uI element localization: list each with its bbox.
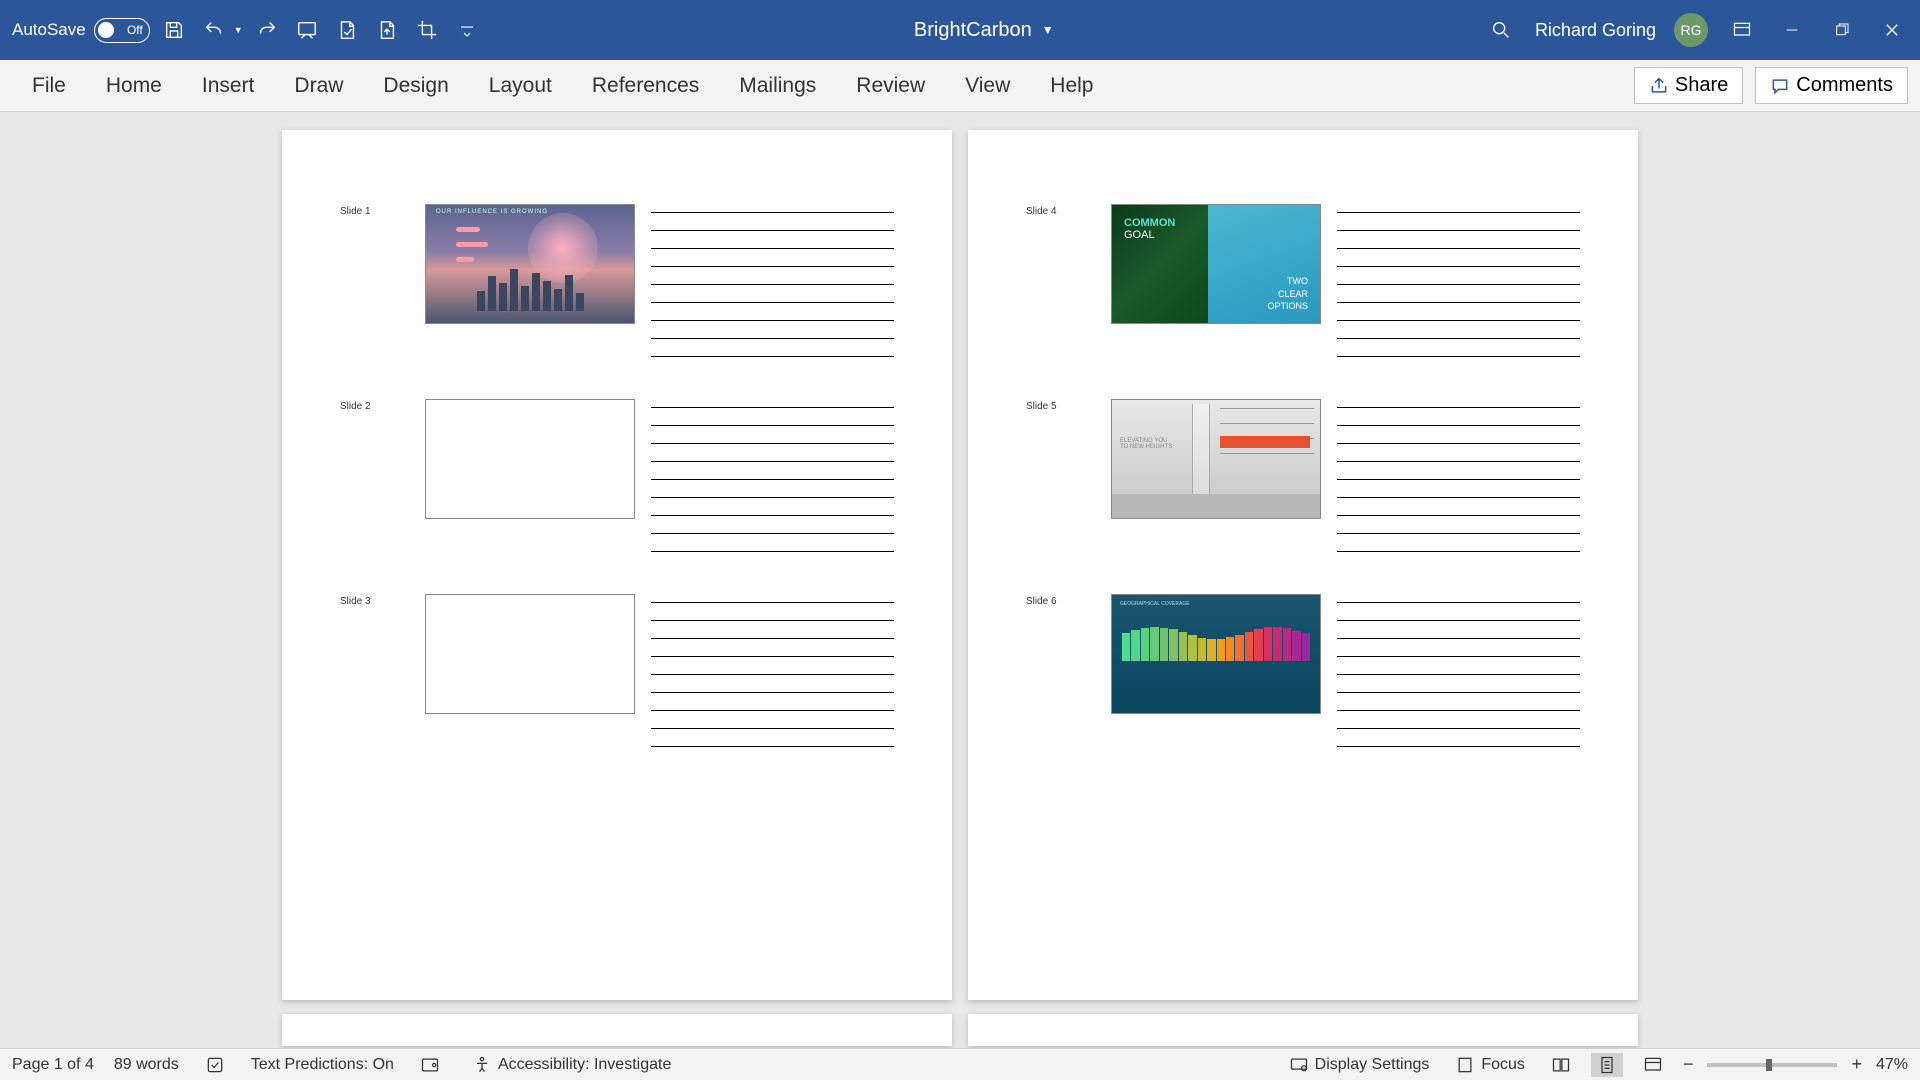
tab-help[interactable]: Help (1030, 66, 1113, 106)
title-right: Richard Goring RG (1485, 13, 1908, 47)
search-button[interactable] (1485, 14, 1517, 46)
notes-lines[interactable] (1331, 594, 1580, 747)
export-button[interactable] (331, 14, 363, 46)
page-2: Slide 4 COMMON GOAL TWO CLEAR OPTIONS Sl… (968, 130, 1638, 1000)
redo-button[interactable] (251, 14, 283, 46)
tab-draw[interactable]: Draw (274, 66, 363, 106)
slide-2-thumbnail[interactable] (425, 399, 635, 519)
read-mode-button[interactable] (1545, 1053, 1577, 1077)
avatar[interactable]: RG (1674, 13, 1708, 47)
zoom-level[interactable]: 47% (1876, 1056, 1908, 1074)
page-3-top (282, 1014, 952, 1046)
tab-file[interactable]: File (12, 66, 86, 106)
accessibility-button[interactable]: Accessibility: Investigate (466, 1053, 677, 1077)
spelling-button[interactable] (199, 1053, 231, 1077)
slide-label: Slide 4 (1026, 204, 1101, 357)
focus-button[interactable]: Focus (1449, 1053, 1531, 1077)
toggle-knob (98, 22, 114, 38)
macro-button[interactable] (414, 1053, 446, 1077)
slide-3-thumbnail[interactable] (425, 594, 635, 714)
page-1: Slide 1 OUR INFLUENCE IS GROWING Slide 2… (282, 130, 952, 1000)
ribbon: File Home Insert Draw Design Layout Refe… (0, 60, 1920, 112)
statusbar: Page 1 of 4 89 words Text Predictions: O… (0, 1048, 1920, 1080)
zoom-in-button[interactable]: + (1851, 1054, 1862, 1075)
tab-view[interactable]: View (945, 66, 1030, 106)
title-center: BrightCarbon ▼ (491, 19, 1477, 42)
page-info[interactable]: Page 1 of 4 (12, 1056, 94, 1074)
title-dropdown-icon[interactable]: ▼ (1042, 23, 1054, 37)
slide-label: Slide 6 (1026, 594, 1101, 747)
page-4-top (968, 1014, 1638, 1046)
notes-lines[interactable] (645, 594, 894, 747)
autosave-toggle[interactable]: Off (94, 18, 150, 43)
notes-lines[interactable] (1331, 399, 1580, 552)
slide-4-thumbnail[interactable]: COMMON GOAL TWO CLEAR OPTIONS (1111, 204, 1321, 324)
tab-insert[interactable]: Insert (182, 66, 275, 106)
slide-6-thumbnail[interactable]: GEOGRAPHICAL COVERAGE (1111, 594, 1321, 714)
notes-lines[interactable] (1331, 204, 1580, 357)
slide-row: Slide 3 (340, 594, 894, 747)
close-button[interactable] (1876, 14, 1908, 46)
slide-label: Slide 2 (340, 399, 415, 552)
slide-5-thumbnail[interactable]: ELEVATING YOU TO NEW HEIGHTS (1111, 399, 1321, 519)
share-button[interactable]: Share (1634, 67, 1743, 104)
crop-button[interactable] (411, 14, 443, 46)
present-button[interactable] (291, 14, 323, 46)
autosave-state: Off (127, 23, 143, 37)
undo-button[interactable] (198, 14, 230, 46)
slide-1-thumbnail[interactable]: OUR INFLUENCE IS GROWING (425, 204, 635, 324)
slide-label: Slide 1 (340, 204, 415, 357)
user-name[interactable]: Richard Goring (1535, 20, 1656, 41)
tab-layout[interactable]: Layout (469, 66, 572, 106)
autosave-group: AutoSave Off (12, 18, 150, 43)
minimize-button[interactable] (1776, 14, 1808, 46)
zoom-out-button[interactable]: − (1683, 1054, 1694, 1075)
word-count[interactable]: 89 words (114, 1056, 179, 1074)
display-settings-button[interactable]: Display Settings (1283, 1053, 1436, 1077)
tab-references[interactable]: References (572, 66, 719, 106)
notes-lines[interactable] (645, 399, 894, 552)
tab-mailings[interactable]: Mailings (719, 66, 836, 106)
web-layout-button[interactable] (1637, 1053, 1669, 1077)
text-predictions[interactable]: Text Predictions: On (251, 1056, 394, 1074)
titlebar: AutoSave Off ▼ BrightCarbon ▼ Richard Go… (0, 0, 1920, 60)
ribbon-display-button[interactable] (1726, 14, 1758, 46)
share-label: Share (1675, 74, 1728, 97)
slide-label: Slide 5 (1026, 399, 1101, 552)
slide-row: Slide 2 (340, 399, 894, 552)
slide-label: Slide 3 (340, 594, 415, 747)
document-area[interactable]: Slide 1 OUR INFLUENCE IS GROWING Slide 2… (0, 112, 1920, 1048)
autosave-label: AutoSave (12, 20, 86, 40)
tab-home[interactable]: Home (86, 66, 182, 106)
slide-row: Slide 6 GEOGRAPHICAL COVERAGE (1026, 594, 1580, 747)
tab-design[interactable]: Design (363, 66, 468, 106)
zoom-slider[interactable] (1707, 1063, 1837, 1067)
comments-label: Comments (1796, 74, 1893, 97)
slide-row: Slide 5 ELEVATING YOU TO NEW HEIGHTS (1026, 399, 1580, 552)
zoom-slider-thumb[interactable] (1766, 1059, 1772, 1071)
notes-lines[interactable] (645, 204, 894, 357)
document-title: BrightCarbon (914, 19, 1032, 42)
print-layout-button[interactable] (1591, 1053, 1623, 1077)
qat-customize-button[interactable] (451, 14, 483, 46)
slide-row: Slide 4 COMMON GOAL TWO CLEAR OPTIONS (1026, 204, 1580, 357)
tab-review[interactable]: Review (836, 66, 945, 106)
export-alt-button[interactable] (371, 14, 403, 46)
save-button[interactable] (158, 14, 190, 46)
maximize-button[interactable] (1826, 14, 1858, 46)
comments-button[interactable]: Comments (1755, 67, 1908, 104)
slide-row: Slide 1 OUR INFLUENCE IS GROWING (340, 204, 894, 357)
undo-dropdown-icon[interactable]: ▼ (234, 25, 243, 35)
